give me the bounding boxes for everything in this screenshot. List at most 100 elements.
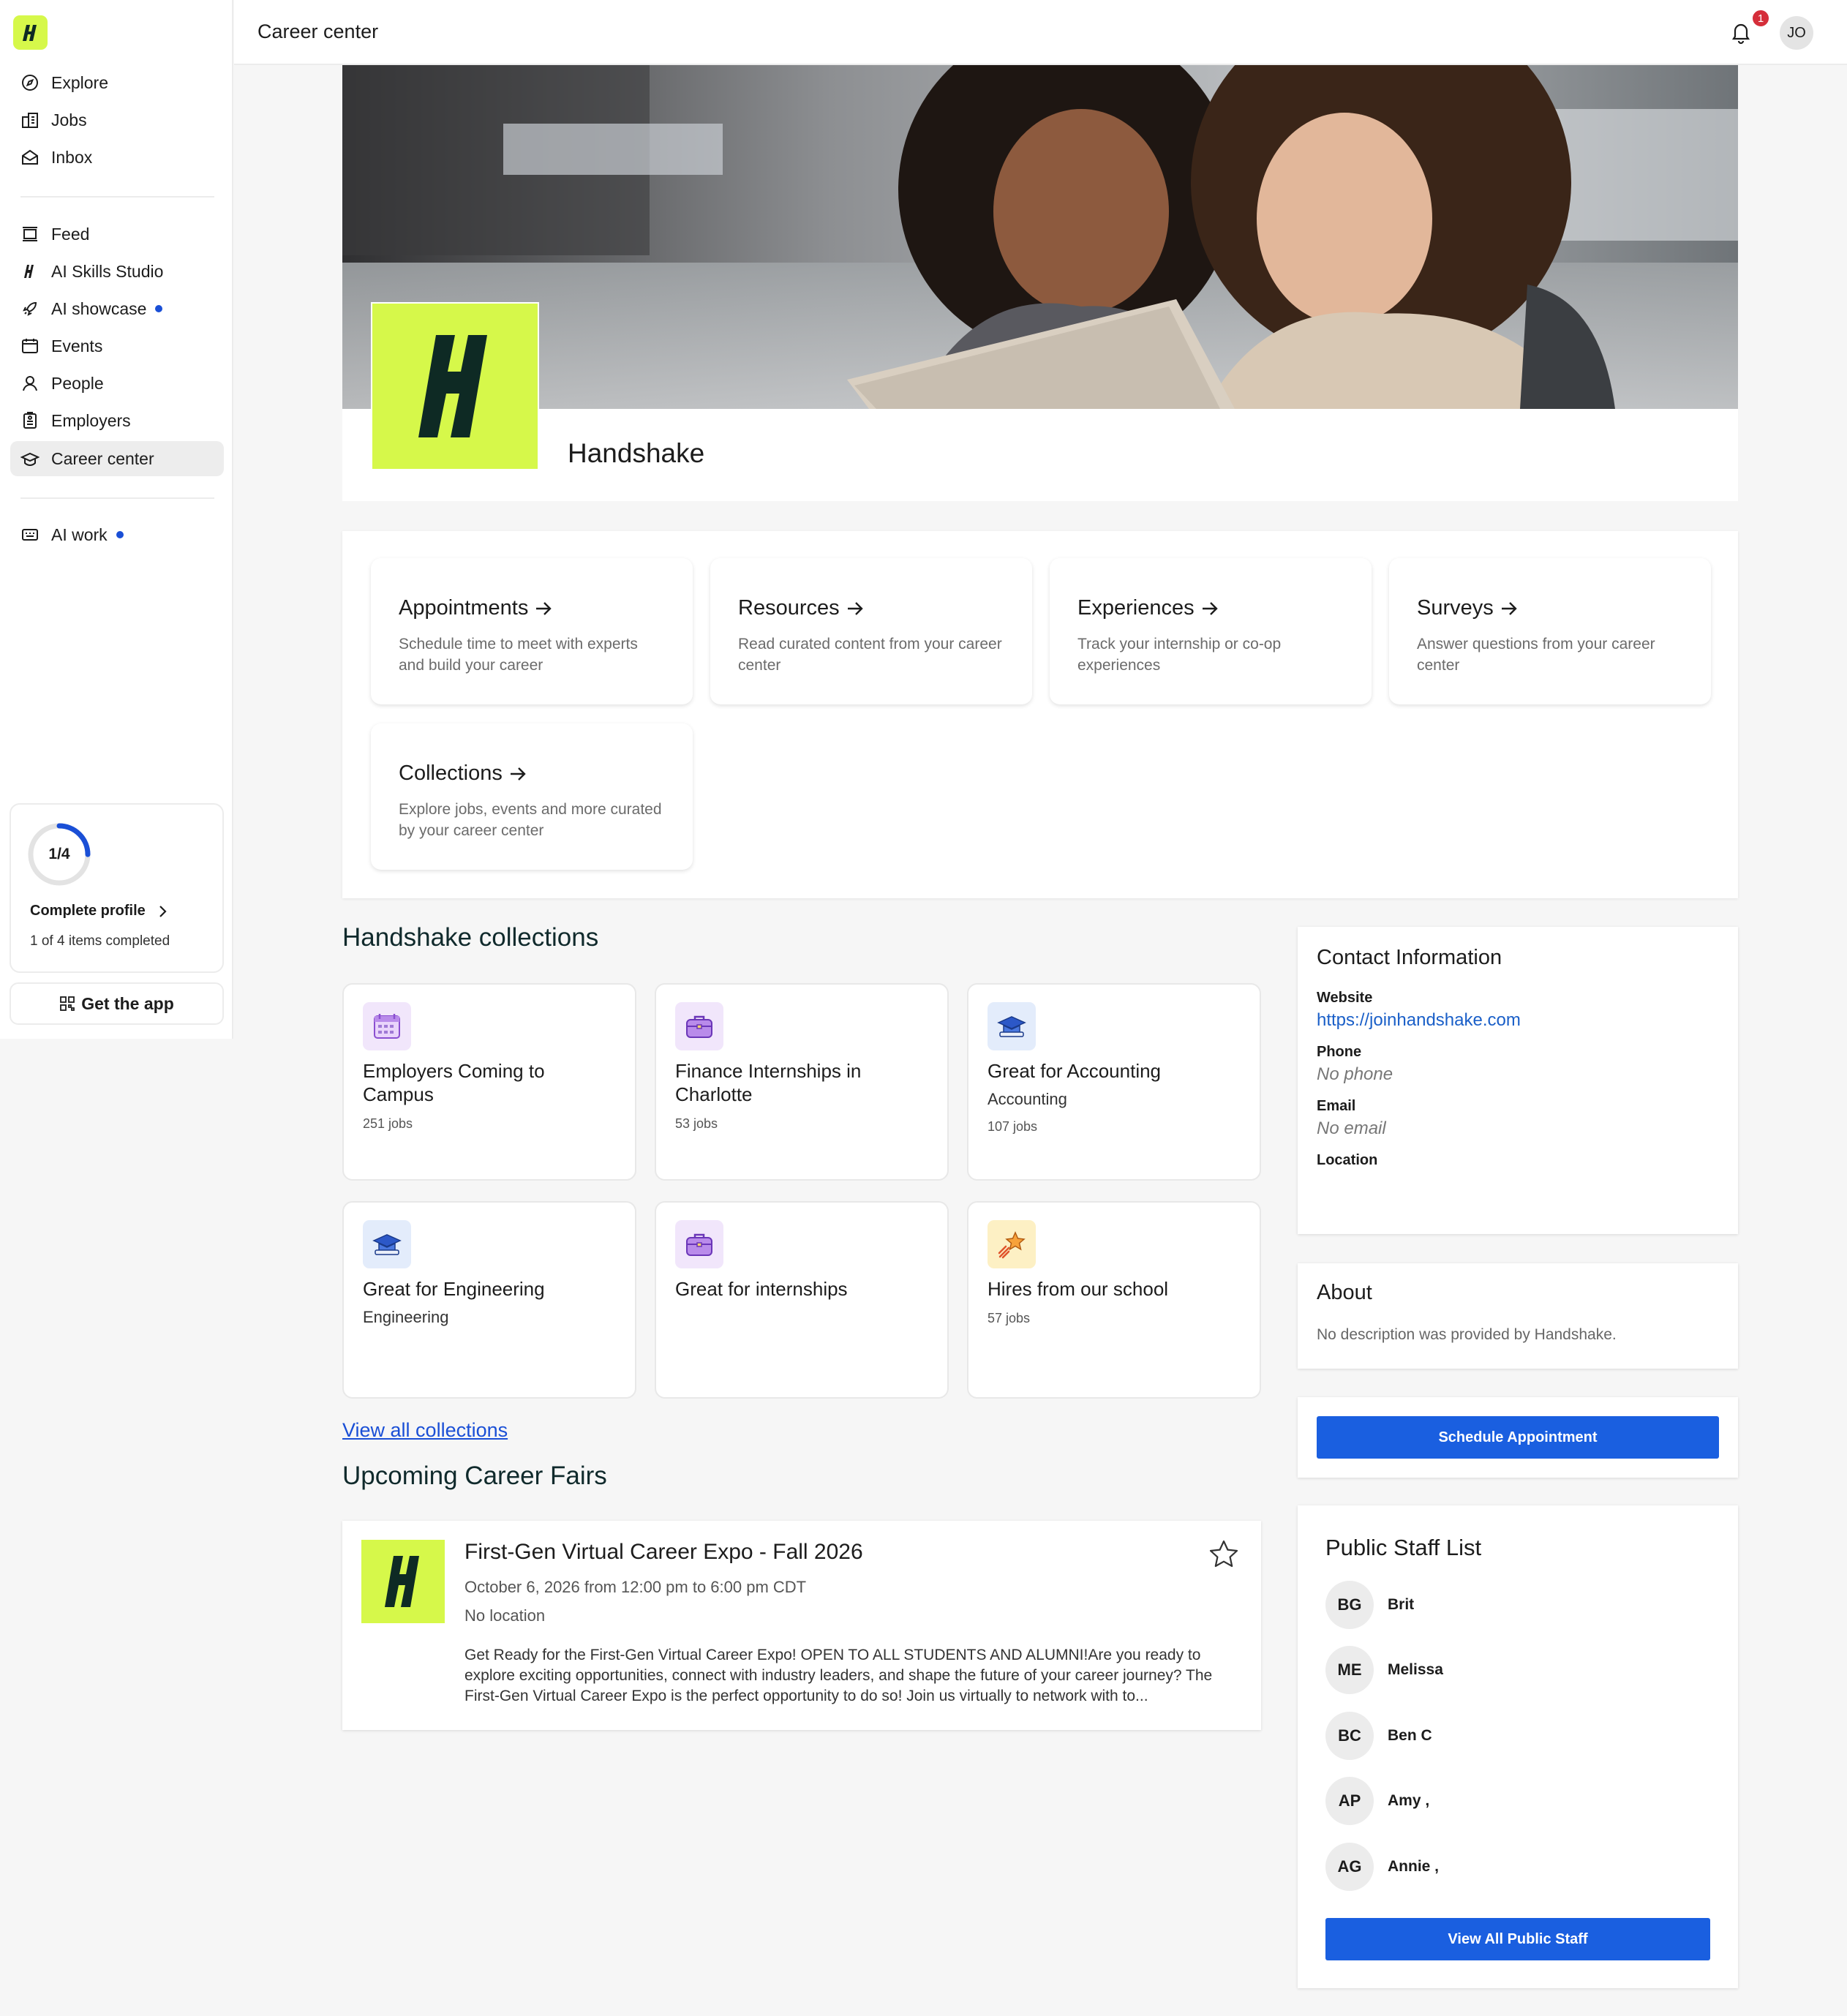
career-fair-card[interactable]: First-Gen Virtual Career Expo - Fall 202…: [342, 1521, 1261, 1730]
inbox-icon: [20, 148, 40, 167]
staff-avatar: ME: [1325, 1646, 1374, 1694]
schedule-appointment-button[interactable]: Schedule Appointment: [1317, 1416, 1719, 1459]
get-the-app-button[interactable]: Get the app: [10, 982, 224, 1025]
bell-icon: [1731, 23, 1750, 45]
collection-card[interactable]: Hires from our school 57 jobs: [967, 1201, 1261, 1399]
progress-status: 1 of 4 items completed: [30, 933, 170, 949]
staff-member[interactable]: AP Amy ,: [1325, 1777, 1429, 1825]
collection-job-count: 57 jobs: [988, 1311, 1031, 1325]
sidebar-item-label: Jobs: [51, 110, 87, 129]
fair-organizer-logo: [361, 1540, 445, 1623]
person-icon: [20, 374, 40, 393]
tool-description: Explore jobs, events and more curated by…: [399, 801, 662, 839]
view-all-public-staff-button[interactable]: View All Public Staff: [1325, 1918, 1710, 1960]
star-icon: [1209, 1540, 1238, 1568]
collection-card[interactable]: Great for internships: [655, 1201, 949, 1399]
new-indicator-dot: [116, 531, 124, 538]
sidebar-item-ai-showcase[interactable]: AI showcase: [10, 291, 224, 326]
staff-avatar: BC: [1325, 1712, 1374, 1760]
staff-member[interactable]: ME Melissa: [1325, 1646, 1443, 1694]
tool-card-appointments[interactable]: Appointments Schedule time to meet with …: [371, 558, 693, 704]
qr-code-icon: [60, 996, 75, 1011]
sidebar-item-feed[interactable]: Feed: [10, 217, 224, 252]
sidebar-divider: [20, 196, 214, 198]
view-all-collections-link[interactable]: View all collections: [342, 1419, 508, 1442]
buildings-icon: [20, 110, 40, 129]
staff-name: Ben C: [1388, 1727, 1432, 1744]
sidebar-item-inbox[interactable]: Inbox: [10, 140, 224, 175]
tool-description: Track your internship or co-op experienc…: [1077, 636, 1282, 674]
arrow-right-icon: [1501, 601, 1517, 615]
phone-value: No phone: [1317, 1064, 1393, 1084]
collection-card[interactable]: Great for Engineering Engineering: [342, 1201, 636, 1399]
fair-description: Get Ready for the First-Gen Virtual Care…: [464, 1647, 1213, 1704]
career-center-tools: Appointments Schedule time to meet with …: [342, 531, 1738, 898]
tool-card-experiences[interactable]: Experiences Track your internship or co-…: [1050, 558, 1372, 704]
collection-card[interactable]: Great for Accounting Accounting 107 jobs: [967, 983, 1261, 1181]
graduation-cap-icon: [363, 1220, 411, 1268]
collection-title: Great for Accounting: [988, 1060, 1162, 1082]
collections-heading: Handshake collections: [342, 923, 599, 952]
sidebar-item-people[interactable]: People: [10, 366, 224, 401]
fair-location: No location: [464, 1606, 546, 1625]
complete-profile-link[interactable]: Complete profile: [30, 903, 170, 919]
collection-title: Employers Coming to Campus: [363, 1060, 545, 1105]
sidebar-item-events[interactable]: Events: [10, 328, 224, 364]
chevron-right-icon: [159, 905, 167, 917]
page-title: Career center: [257, 20, 379, 42]
collection-job-count: 107 jobs: [988, 1119, 1038, 1134]
keyboard-icon: [20, 525, 40, 544]
collection-title: Hires from our school: [988, 1278, 1169, 1300]
staff-avatar: BG: [1325, 1581, 1374, 1629]
tool-card-resources[interactable]: Resources Read curated content from your…: [710, 558, 1032, 704]
staff-member[interactable]: BC Ben C: [1325, 1712, 1432, 1760]
calendar-icon: [363, 1002, 411, 1050]
get-the-app-label: Get the app: [81, 993, 174, 1013]
tool-title: Surveys: [1417, 596, 1494, 620]
sidebar-item-explore[interactable]: Explore: [10, 65, 224, 100]
sidebar-divider: [20, 497, 214, 499]
staff-member[interactable]: AG Annie ,: [1325, 1843, 1439, 1891]
email-value: No email: [1317, 1118, 1386, 1138]
about-text: No description was provided by Handshake…: [1317, 1326, 1617, 1343]
about-card: About No description was provided by Han…: [1298, 1263, 1738, 1369]
new-indicator-dot: [155, 305, 163, 312]
fair-title[interactable]: First-Gen Virtual Career Expo - Fall 202…: [464, 1540, 863, 1565]
save-fair-button[interactable]: [1208, 1538, 1240, 1571]
collection-card[interactable]: Finance Internships in Charlotte 53 jobs: [655, 983, 949, 1181]
briefcase-icon: [675, 1220, 723, 1268]
collection-card[interactable]: Employers Coming to Campus 251 jobs: [342, 983, 636, 1181]
sidebar-item-label: Employers: [51, 410, 131, 430]
sidebar-item-label: Feed: [51, 224, 90, 244]
about-card-title: About: [1317, 1281, 1372, 1304]
compass-icon: [20, 73, 40, 92]
user-avatar[interactable]: JO: [1780, 16, 1813, 50]
staff-avatar: AG: [1325, 1843, 1374, 1891]
school-hero: Handshake: [342, 65, 1738, 501]
sidebar-item-ai-skills-studio[interactable]: AI Skills Studio: [10, 254, 224, 289]
sidebar-item-ai-work[interactable]: AI work: [10, 517, 224, 552]
collection-title: Finance Internships in Charlotte: [675, 1060, 862, 1105]
handshake-h-icon: [22, 24, 37, 41]
tool-card-collections[interactable]: Collections Explore jobs, events and mor…: [371, 723, 693, 870]
sidebar-item-employers[interactable]: Employers: [10, 403, 224, 438]
sidebar-item-jobs[interactable]: Jobs: [10, 102, 224, 138]
sidebar-item-label: People: [51, 373, 104, 393]
profile-progress-card: 1/4 Complete profile 1 of 4 items comple…: [10, 803, 224, 973]
staff-name: Annie ,: [1388, 1858, 1440, 1875]
staff-card-title: Public Staff List: [1325, 1535, 1482, 1560]
tool-card-surveys[interactable]: Surveys Answer questions from your caree…: [1389, 558, 1711, 704]
email-label: Email: [1317, 1098, 1356, 1114]
collection-subtitle: Engineering: [363, 1308, 449, 1326]
feed-icon: [20, 225, 40, 244]
sidebar-item-career-center[interactable]: Career center: [10, 441, 224, 476]
staff-member[interactable]: BG Brit: [1325, 1581, 1414, 1629]
handshake-logo[interactable]: [13, 15, 48, 50]
schedule-card: Schedule Appointment: [1298, 1397, 1738, 1478]
tool-description: Schedule time to meet with experts and b…: [399, 636, 638, 674]
collection-subtitle: Accounting: [988, 1090, 1067, 1108]
arrow-right-icon: [847, 601, 863, 615]
website-link[interactable]: https://joinhandshake.com: [1317, 1010, 1521, 1031]
public-staff-card: Public Staff List BG Brit ME Melissa BC …: [1298, 1505, 1738, 1988]
graduation-cap-icon: [988, 1002, 1036, 1050]
